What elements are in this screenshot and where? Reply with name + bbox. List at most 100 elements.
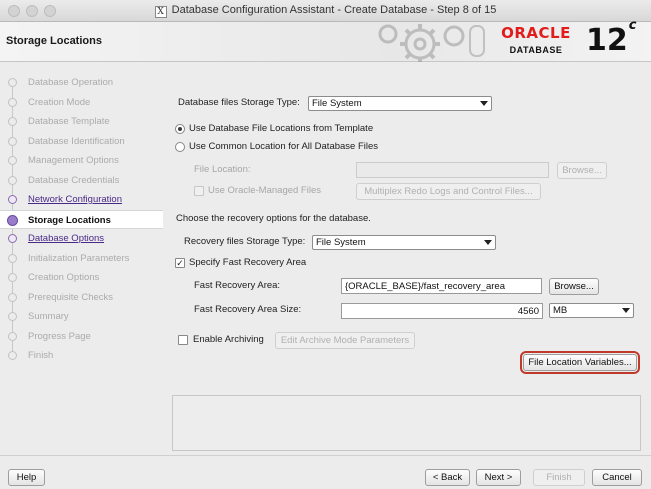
wizard-footer: Help < Back Next > Finish Cancel xyxy=(0,455,651,489)
nav-step-item: Prerequisite Checks xyxy=(0,288,163,307)
next-button[interactable]: Next > xyxy=(476,469,521,486)
version-suffix: c xyxy=(628,18,637,33)
nav-step-label: Initialization Parameters xyxy=(28,252,130,264)
step-indicator-icon xyxy=(8,312,17,321)
nav-step-label: Creation Options xyxy=(28,272,100,283)
gears-decoration-icon xyxy=(378,24,485,62)
storage-locations-panel: Database files Storage Type: File System… xyxy=(163,63,643,455)
nav-step-item[interactable]: Creation Mode xyxy=(0,93,163,112)
file-location-browse-button[interactable]: Browse... xyxy=(557,162,607,179)
oracle-logo: ORACLE DATABASE xyxy=(498,24,574,58)
nav-step-label: Finish xyxy=(28,350,54,361)
enable-archiving-checkbox[interactable] xyxy=(178,335,188,345)
cancel-button[interactable]: Cancel xyxy=(592,469,642,486)
fra-location-input[interactable]: {ORACLE_BASE}/fast_recovery_area xyxy=(341,278,542,294)
chevron-down-icon xyxy=(480,101,488,106)
use-omf-checkbox[interactable] xyxy=(194,186,204,196)
nav-step-item: Initialization Parameters xyxy=(0,249,163,268)
specify-fra-checkbox[interactable]: ✓ xyxy=(175,258,185,268)
radio-template-locations[interactable] xyxy=(175,124,185,134)
fra-size-label: Fast Recovery Area Size: xyxy=(194,304,302,315)
oracle-logo-word: ORACLE xyxy=(501,24,571,42)
nav-step-label: Database Operation xyxy=(28,77,114,88)
nav-step-item[interactable]: Database Operation xyxy=(0,73,163,92)
fra-location-label: Fast Recovery Area: xyxy=(194,280,281,291)
nav-step-item[interactable]: Database Identification xyxy=(0,132,163,151)
chevron-down-icon xyxy=(484,240,492,245)
finish-button[interactable]: Finish xyxy=(533,469,585,486)
step-indicator-icon xyxy=(8,351,17,360)
storage-type-label: Database files Storage Type: xyxy=(178,97,300,108)
step-indicator-icon xyxy=(7,214,18,226)
storage-type-value: File System xyxy=(312,98,362,109)
step-indicator-icon xyxy=(8,253,17,263)
step-indicator-icon xyxy=(8,97,17,107)
step-indicator-icon xyxy=(8,175,17,185)
fra-size-unit-value: MB xyxy=(553,305,568,316)
oracle-logo-sub: DATABASE xyxy=(509,45,563,55)
version-number: 12 xyxy=(586,23,628,58)
nav-step-item[interactable]: Management Options xyxy=(0,151,163,170)
file-location-input[interactable] xyxy=(356,162,549,178)
radio-common-label: Use Common Location for All Database Fil… xyxy=(189,141,379,152)
nav-step-label: Database Credentials xyxy=(28,174,120,186)
fra-browse-button[interactable]: Browse... xyxy=(549,278,599,295)
window-title-wrap: X Database Configuration Assistant - Crea… xyxy=(0,4,651,18)
nav-step-item[interactable]: Database Options xyxy=(0,229,163,248)
x11-app-icon: X xyxy=(154,6,167,18)
step-indicator-icon xyxy=(8,78,17,87)
nav-step-item[interactable]: Database Credentials xyxy=(0,171,163,190)
nav-step-label: Database Identification xyxy=(28,135,125,147)
step-indicator-icon xyxy=(8,234,17,243)
nav-step-label: Database Template xyxy=(28,116,110,127)
step-indicator-icon xyxy=(8,117,17,126)
use-omf-label: Use Oracle-Managed Files xyxy=(208,185,321,196)
recovery-intro-text: Choose the recovery options for the data… xyxy=(176,213,371,224)
nav-step-label: Progress Page xyxy=(28,330,91,342)
nav-step-label[interactable]: Database Options xyxy=(28,233,104,244)
step-indicator-icon xyxy=(8,331,17,341)
recovery-type-label: Recovery files Storage Type: xyxy=(184,236,306,247)
window-title: Database Configuration Assistant - Creat… xyxy=(171,4,497,16)
recovery-type-select[interactable]: File System xyxy=(312,235,496,250)
step-indicator-icon xyxy=(8,156,17,165)
wizard-steps-nav: Database Operation Creation Mode Database … xyxy=(0,63,163,455)
nav-step-item[interactable]: Network Configuration xyxy=(0,190,163,209)
radio-common-location[interactable] xyxy=(175,142,185,152)
header-banner: Storage Locations ORACLE DATABASE 12c xyxy=(0,18,651,62)
nav-step-item: Storage Locations xyxy=(0,209,163,229)
help-button[interactable]: Help xyxy=(8,469,45,486)
nav-step-item: Finish xyxy=(0,346,163,365)
step-indicator-icon xyxy=(8,195,17,204)
nav-step-label: Storage Locations xyxy=(28,214,111,226)
nav-step-label[interactable]: Network Configuration xyxy=(28,194,122,205)
nav-step-item: Summary xyxy=(0,307,163,326)
title-bar: X Database Configuration Assistant - Crea… xyxy=(0,0,651,22)
nav-step-item[interactable]: Database Template xyxy=(0,112,163,131)
enable-archiving-label: Enable Archiving xyxy=(193,334,264,345)
nav-step-label: Prerequisite Checks xyxy=(28,291,114,303)
page-title: Storage Locations xyxy=(6,35,102,47)
file-location-label: File Location: xyxy=(194,164,251,175)
storage-type-select[interactable]: File System xyxy=(308,96,492,111)
nav-step-label: Summary xyxy=(28,311,69,322)
step-indicator-icon xyxy=(8,136,17,146)
file-location-variables-button[interactable]: File Location Variables... xyxy=(520,351,640,374)
radio-template-label: Use Database File Locations from Templat… xyxy=(189,123,374,134)
fra-size-input[interactable]: 4560 xyxy=(341,303,543,319)
fra-size-unit-select[interactable]: MB xyxy=(549,303,634,318)
nav-step-label: Management Options xyxy=(28,155,119,166)
message-pane xyxy=(172,395,641,451)
nav-step-item: Progress Page xyxy=(0,327,163,346)
specify-fra-label: Specify Fast Recovery Area xyxy=(189,257,307,268)
recovery-type-value: File System xyxy=(316,237,366,248)
step-indicator-icon xyxy=(8,292,17,302)
nav-step-item: Creation Options xyxy=(0,268,163,287)
nav-step-label: Creation Mode xyxy=(28,96,91,108)
edit-archive-params-button[interactable]: Edit Archive Mode Parameters xyxy=(275,332,415,349)
back-button[interactable]: < Back xyxy=(425,469,470,486)
chevron-down-icon xyxy=(622,308,630,313)
step-indicator-icon xyxy=(8,273,17,282)
multiplex-redo-button[interactable]: Multiplex Redo Logs and Control Files... xyxy=(356,183,541,200)
version-badge: 12c xyxy=(586,18,636,58)
